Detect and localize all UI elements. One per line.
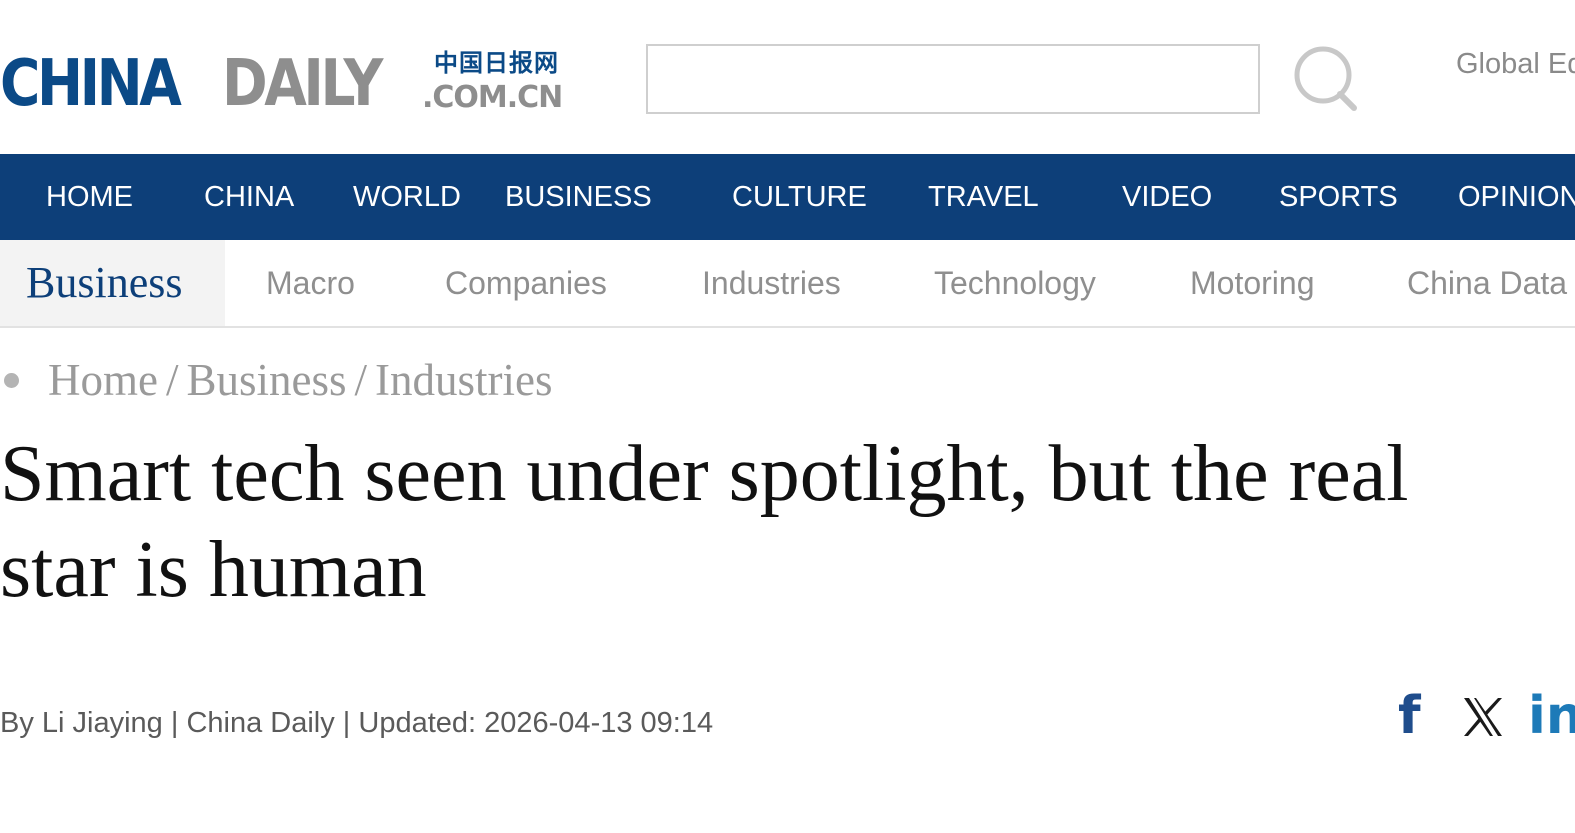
breadcrumb-bullet xyxy=(4,373,19,388)
x-share-button[interactable] xyxy=(1460,694,1506,740)
sub-nav-item-macro[interactable]: Macro xyxy=(266,240,355,326)
breadcrumb-business[interactable]: Business xyxy=(187,355,347,405)
nav-item-sports[interactable]: SPORTS xyxy=(1279,154,1398,240)
breadcrumb-home[interactable]: Home xyxy=(48,355,158,405)
nav-item-culture[interactable]: CULTURE xyxy=(732,154,867,240)
breadcrumb-separator: / xyxy=(165,355,179,405)
nav-item-world[interactable]: WORLD xyxy=(353,154,461,240)
breadcrumb-industries[interactable]: Industries xyxy=(375,355,552,405)
nav-item-home[interactable]: HOME xyxy=(46,154,133,240)
nav-item-opinion[interactable]: OPINION xyxy=(1458,154,1575,240)
search-icon xyxy=(1294,46,1357,111)
nav-item-video[interactable]: VIDEO xyxy=(1122,154,1212,240)
sub-nav-item-industries[interactable]: Industries xyxy=(702,240,841,326)
logo-text-domain: .COM.CN xyxy=(422,80,563,115)
sub-nav: Business Macro Companies Industries Tech… xyxy=(0,240,1575,328)
china-daily-logo[interactable]: CHINA DAILY 中国日报网 .COM.CN xyxy=(0,44,580,124)
breadcrumb-separator: / xyxy=(354,355,368,405)
headline-line-2: star is human xyxy=(0,526,427,614)
nav-item-china[interactable]: CHINA xyxy=(204,154,294,240)
sub-nav-item-technology[interactable]: Technology xyxy=(934,240,1096,326)
search-button[interactable] xyxy=(1290,42,1362,114)
global-edition-link[interactable]: Global Edition xyxy=(1456,46,1575,82)
headline-line-1: Smart tech seen under spotlight, but the… xyxy=(0,430,1409,518)
sub-nav-item-motoring[interactable]: Motoring xyxy=(1190,240,1315,326)
logo-text-china: CHINA xyxy=(0,47,182,121)
main-nav: HOME CHINA WORLD BUSINESS CULTURE TRAVEL… xyxy=(0,154,1575,240)
linkedin-share-button[interactable]: in xyxy=(1528,688,1575,744)
linkedin-icon: in xyxy=(1528,686,1575,746)
article-byline: By Li Jiaying | China Daily | Updated: 2… xyxy=(0,707,714,739)
nav-item-travel[interactable]: TRAVEL xyxy=(928,154,1039,240)
search-input[interactable] xyxy=(646,44,1260,114)
logo-text-daily: DAILY xyxy=(222,47,383,121)
sub-nav-item-companies[interactable]: Companies xyxy=(445,240,607,326)
facebook-icon: f xyxy=(1398,686,1421,746)
facebook-share-button[interactable]: f xyxy=(1398,688,1428,744)
sub-nav-item-china-data[interactable]: China Data xyxy=(1407,240,1567,326)
logo-text-chinese: 中国日报网 xyxy=(434,49,559,77)
section-title-business[interactable]: Business xyxy=(0,240,225,326)
breadcrumb-trail: Home / Business / Industries xyxy=(48,350,553,410)
article-headline: Smart tech seen under spotlight, but the… xyxy=(0,426,1560,618)
x-icon xyxy=(1464,698,1502,736)
nav-item-business[interactable]: BUSINESS xyxy=(505,154,652,240)
